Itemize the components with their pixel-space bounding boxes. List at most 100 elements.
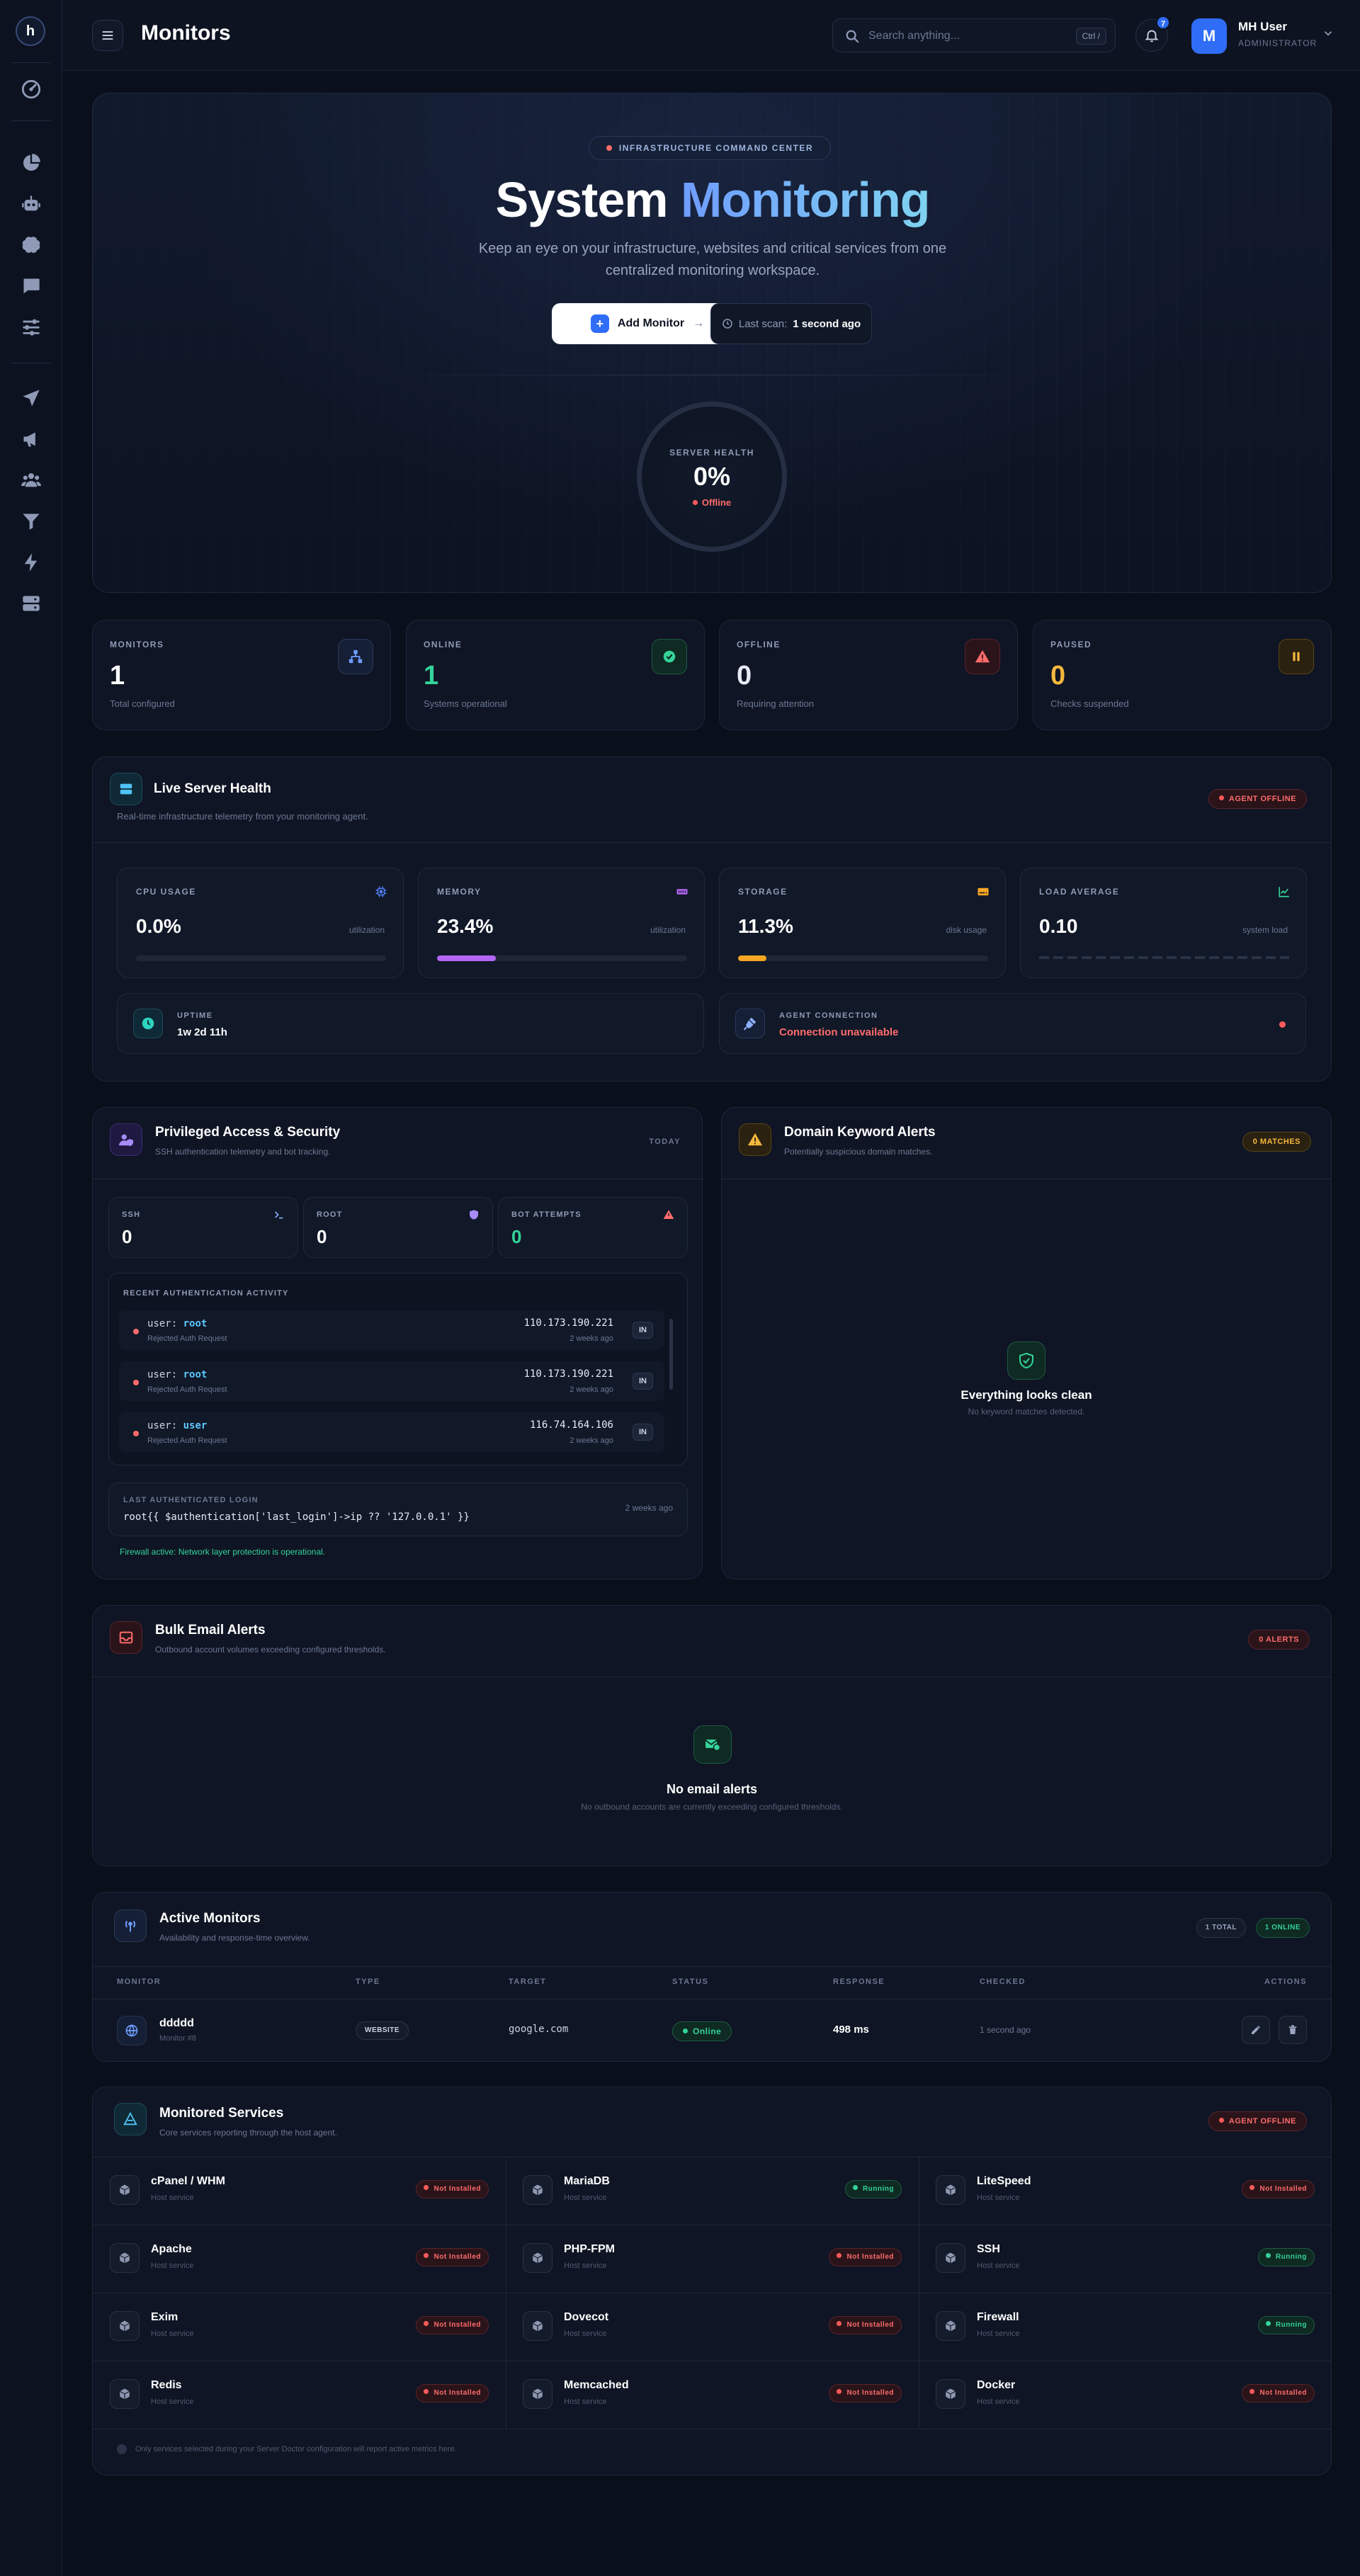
hero-section: INFRASTRUCTURE COMMAND CENTER System Mon…: [92, 93, 1332, 593]
search-box[interactable]: Ctrl /: [832, 18, 1116, 52]
card-title: Domain Keyword Alerts: [784, 1125, 936, 1140]
service-type: Host service: [151, 2262, 194, 2270]
list-item[interactable]: user: user Rejected Auth Request 116.74.…: [119, 1412, 664, 1452]
service-item[interactable]: Exim Host service Not Installed: [93, 2293, 506, 2361]
service-item[interactable]: Apache Host service Not Installed: [93, 2225, 506, 2293]
user-name[interactable]: MH User: [1238, 20, 1287, 34]
megaphone-icon[interactable]: [21, 429, 41, 449]
service-name: Memcached: [564, 2379, 629, 2391]
uptime-value: 1w 2d 11h: [177, 1026, 227, 1038]
service-status-badge: Not Installed: [1242, 2384, 1315, 2402]
empty-title: Everything looks clean: [960, 1388, 1092, 1402]
memory-icon: [676, 889, 688, 895]
service-item[interactable]: Memcached Host service Not Installed: [506, 2361, 919, 2429]
service-item[interactable]: SSH Host service Running: [919, 2225, 1332, 2293]
pie-chart-icon[interactable]: [21, 153, 41, 173]
column-header[interactable]: MONITOR: [117, 1978, 161, 1986]
root-count-box: ROOT 0: [303, 1197, 493, 1258]
notification-count-badge: 7: [1156, 16, 1170, 30]
server-icon: [110, 773, 142, 805]
bolt-icon[interactable]: [21, 552, 41, 572]
card-title: Privileged Access & Security: [155, 1125, 341, 1140]
edit-button[interactable]: [1242, 2016, 1270, 2044]
service-item[interactable]: Docker Host service Not Installed: [919, 2361, 1332, 2429]
notifications-button[interactable]: 7: [1135, 16, 1170, 52]
check-circle-icon: [652, 639, 687, 674]
chat-icon[interactable]: [21, 276, 41, 296]
chart-line-icon: [1279, 887, 1289, 897]
last-login-label: LAST AUTHENTICATED LOGIN: [123, 1496, 259, 1504]
stat-sub: Total configured: [110, 698, 175, 709]
service-item[interactable]: Firewall Host service Running: [919, 2293, 1332, 2361]
cpu-icon: [375, 886, 387, 897]
card-subtitle: Real-time infrastructure telemetry from …: [117, 811, 368, 822]
service-item[interactable]: MariaDB Host service Running: [506, 2157, 919, 2225]
sidebar: h: [0, 0, 62, 2576]
search-input[interactable]: [868, 26, 1053, 46]
users-icon[interactable]: [21, 470, 42, 490]
monitor-response: 498 ms: [833, 2024, 869, 2036]
mini-label: BOT ATTEMPTS: [511, 1210, 582, 1219]
service-item[interactable]: Dovecot Host service Not Installed: [506, 2293, 919, 2361]
top-header: Monitors Ctrl / 7 M MH User ADMINISTRATO…: [62, 0, 1360, 71]
box-icon: [523, 2243, 552, 2273]
monitor-target: google.com: [509, 2024, 569, 2035]
divider: [93, 1966, 1331, 1967]
column-header[interactable]: TARGET: [509, 1978, 546, 1986]
robot-icon[interactable]: [21, 194, 41, 214]
status-badge: Online: [672, 2021, 732, 2041]
recent-auth-activity: RECENT AUTHENTICATION ACTIVITY user: roo…: [108, 1273, 688, 1465]
dashboard-icon[interactable]: [21, 79, 41, 99]
service-type: Host service: [151, 2398, 194, 2406]
auth-user: user: user: [147, 1420, 208, 1431]
metric-label: LOAD AVERAGE: [1039, 887, 1120, 897]
box-icon: [110, 2175, 140, 2205]
monitored-services-card: Monitored Services Core services reporti…: [92, 2087, 1332, 2475]
server-icon[interactable]: [21, 594, 41, 613]
app-logo[interactable]: h: [16, 16, 45, 46]
service-item[interactable]: cPanel / WHM Host service Not Installed: [93, 2157, 506, 2225]
box-icon: [936, 2243, 965, 2273]
service-item[interactable]: LiteSpeed Host service Not Installed: [919, 2157, 1332, 2225]
service-type: Host service: [564, 2398, 607, 2406]
metric-fill: [738, 955, 766, 961]
card-subtitle: Availability and response-time overview.: [159, 1933, 310, 1943]
service-type: Host service: [977, 2194, 1020, 2202]
warning-icon: [739, 1123, 771, 1156]
service-status-badge: Running: [1257, 2316, 1315, 2334]
column-header[interactable]: TYPE: [356, 1978, 380, 1986]
uptime-label: UPTIME: [177, 1011, 213, 1020]
inbox-icon: [110, 1621, 142, 1654]
brain-icon[interactable]: [21, 235, 41, 255]
filter-icon[interactable]: [21, 511, 41, 531]
scrollbar[interactable]: [669, 1319, 673, 1390]
list-item[interactable]: user: root Rejected Auth Request 110.173…: [119, 1310, 664, 1350]
domain-keyword-card: Domain Keyword Alerts Potentially suspic…: [721, 1107, 1332, 1579]
metric-bar: [738, 955, 988, 961]
column-header[interactable]: CHECKED: [980, 1978, 1026, 1986]
monitor-name[interactable]: ddddd: [159, 2017, 194, 2030]
list-item[interactable]: user: root Rejected Auth Request 110.173…: [119, 1361, 664, 1401]
service-item[interactable]: Redis Host service Not Installed: [93, 2361, 506, 2429]
avatar[interactable]: M: [1191, 18, 1227, 54]
card-subtitle: SSH authentication telemetry and bot tra…: [155, 1147, 331, 1157]
auth-note: Rejected Auth Request: [147, 1436, 227, 1445]
auth-note: Rejected Auth Request: [147, 1385, 227, 1394]
send-icon[interactable]: [21, 388, 41, 408]
column-header[interactable]: ACTIONS: [1264, 1978, 1307, 1986]
column-header[interactable]: RESPONSE: [833, 1978, 885, 1986]
auth-time: 2 weeks ago: [570, 1334, 613, 1343]
card-title: Bulk Email Alerts: [155, 1623, 266, 1638]
shield-check-icon: [1007, 1341, 1046, 1380]
column-header[interactable]: STATUS: [672, 1978, 708, 1986]
card-subtitle: Potentially suspicious domain matches.: [784, 1147, 933, 1157]
chevron-down-icon[interactable]: [1322, 27, 1334, 40]
delete-button[interactable]: [1279, 2016, 1307, 2044]
menu-toggle-button[interactable]: [92, 20, 123, 51]
server-health-gauge: SERVER HEALTH 0% Offline: [637, 402, 787, 552]
service-status-badge: Not Installed: [416, 2180, 489, 2198]
sliders-icon[interactable]: [21, 317, 41, 337]
sidebar-divider: [11, 62, 51, 63]
service-item[interactable]: PHP-FPM Host service Not Installed: [506, 2225, 919, 2293]
service-name: Docker: [977, 2379, 1016, 2391]
